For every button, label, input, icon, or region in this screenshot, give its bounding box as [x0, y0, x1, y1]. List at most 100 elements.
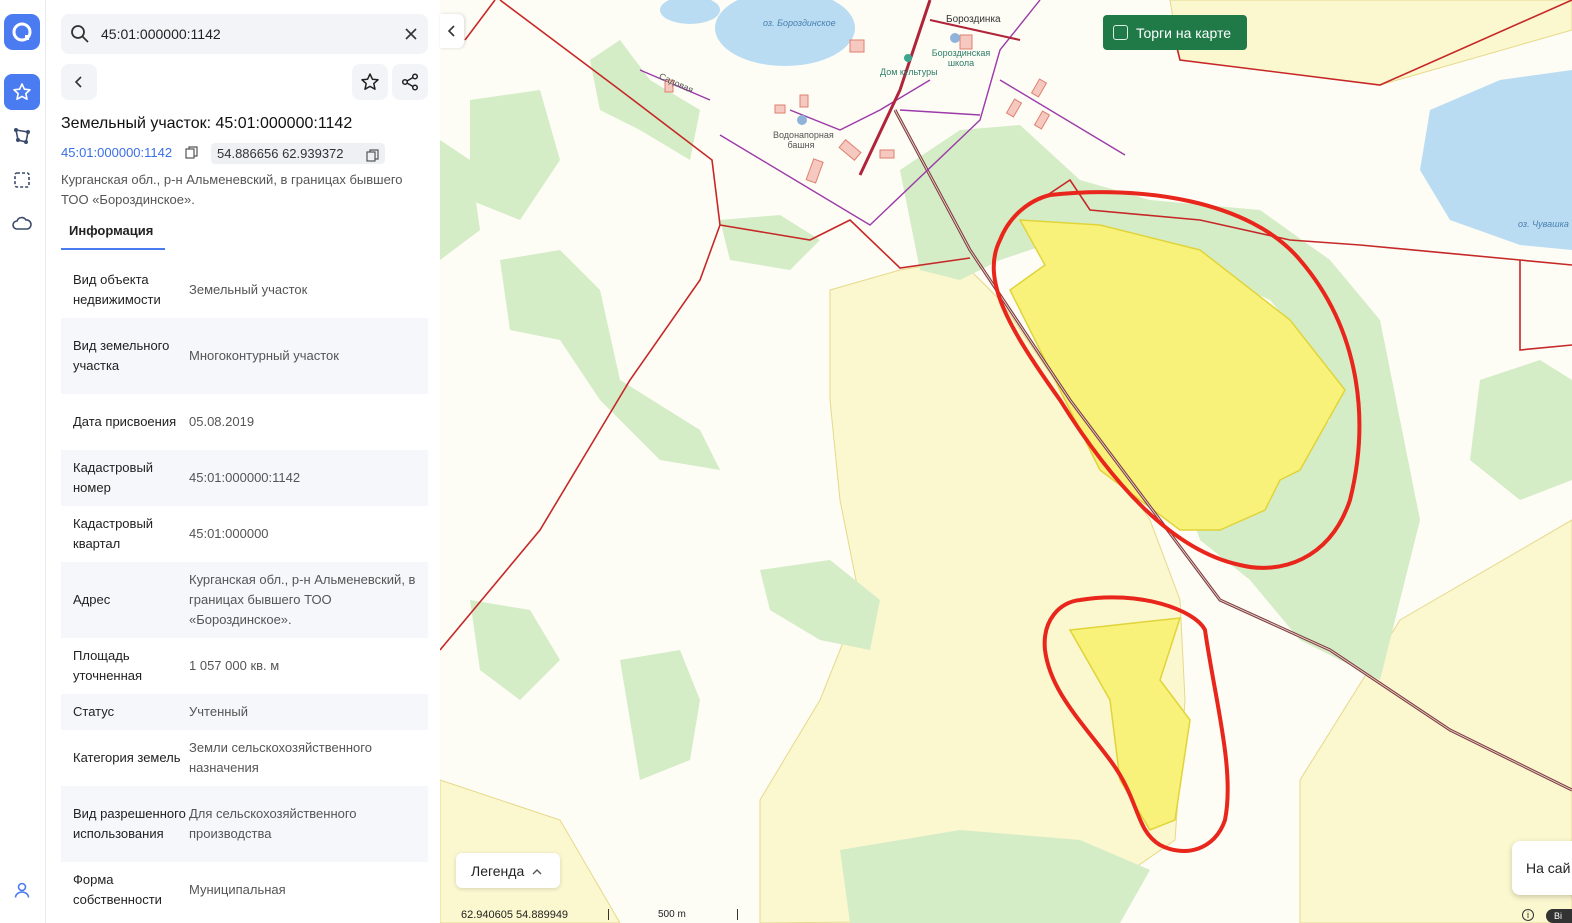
legend-button[interactable]: Легенда: [456, 853, 560, 888]
copy-icon[interactable]: [185, 146, 198, 162]
info-key: Дата присвоения: [73, 414, 177, 429]
farmland-area: [440, 779, 621, 923]
main-road: [858, 0, 932, 176]
site-popup[interactable]: На сай: [1512, 841, 1572, 895]
info-value: 1 057 000 кв. м: [189, 658, 280, 673]
info-value: Земли сельскохозяйственного назначения: [189, 740, 372, 775]
tab-info[interactable]: Информация: [61, 219, 165, 250]
info-row: Вид объекта недвижимости Земельный участо…: [61, 262, 428, 318]
scale-label: 500 m: [658, 909, 686, 920]
forest-area: [470, 600, 560, 700]
info-key: Статус: [73, 704, 115, 719]
icon-rail: [0, 0, 46, 923]
info-icon[interactable]: i: [1522, 909, 1534, 921]
user-profile-icon[interactable]: [4, 872, 40, 908]
forest-area: [1470, 360, 1572, 500]
info-key: Форма собственности: [73, 872, 162, 907]
lake-borozdinskoe-shape: [715, 0, 855, 66]
back-button[interactable]: [61, 64, 97, 100]
info-key: Вид земельного участка: [73, 338, 170, 373]
info-key: Кадастровый квартал: [73, 516, 154, 551]
star-icon: [361, 73, 379, 90]
chevron-left-icon: [74, 76, 82, 88]
parcel-address: Курганская обл., р-н Альменевский, в гра…: [61, 172, 403, 207]
info-row: Кадастровый номер 45:01:000000:1142: [61, 450, 428, 506]
favorites-star-icon[interactable]: [4, 74, 40, 110]
search-icon: [69, 23, 91, 50]
map-svg[interactable]: [440, 0, 1572, 923]
info-row: Статус Учтенный: [61, 694, 428, 730]
info-value: Курганская обл., р-н Альменевский, в гра…: [189, 572, 416, 627]
auctions-checkbox[interactable]: [1113, 25, 1128, 40]
map-label-water-tower: Водонапорная башня: [773, 130, 834, 150]
pond-shape: [660, 0, 720, 24]
forest-area: [620, 650, 700, 780]
info-value: 05.08.2019: [189, 414, 255, 429]
copy-coords-icon[interactable]: [366, 147, 379, 168]
coordinates-value: 54.886656 62.939372: [217, 146, 344, 161]
chevron-up-icon: [532, 863, 542, 879]
map-canvas[interactable]: оз. Бороздинское Бороздинка Бороздинская…: [440, 0, 1572, 923]
panel-toolbar: [61, 64, 428, 102]
info-key: Адрес: [73, 592, 111, 607]
forest-area: [470, 90, 560, 220]
status-badge: Bi: [1546, 909, 1572, 923]
cursor-coordinates: 62.940605 54.889949: [461, 909, 569, 921]
search-bar: [61, 14, 428, 54]
admin-boundary: [1519, 260, 1572, 351]
info-row: Адрес Курганская обл., р-н Альменевский,…: [61, 562, 428, 638]
info-row: Дата присвоения 05.08.2019: [61, 394, 428, 450]
admin-boundary: [464, 0, 496, 41]
forest-area: [590, 40, 700, 160]
coordinates-chip: 54.886656 62.939372: [211, 143, 385, 164]
parcel-panel: Земельный участок: 45:01:000000:1142 45:…: [47, 0, 440, 923]
page-title: Земельный участок: 45:01:000000:1142: [61, 115, 353, 132]
info-value: 45:01:000000: [189, 526, 269, 541]
auctions-toggle[interactable]: Торги на карте: [1103, 15, 1247, 50]
map-label-school: Бороздинская школа: [931, 48, 991, 68]
info-key: Площадь уточненная: [73, 648, 143, 683]
auctions-label: Торги на карте: [1136, 24, 1231, 41]
app-logo-icon[interactable]: [4, 14, 40, 50]
info-key: Вид разрешенного использования: [73, 806, 186, 841]
collapse-panel-button[interactable]: [440, 14, 464, 48]
map-status-bar: 62.940605 54.889949 500 m i Bi: [440, 906, 1572, 923]
village-street: [789, 79, 931, 131]
info-value: Муниципальная: [189, 882, 286, 897]
legend-label: Легенда: [471, 862, 525, 879]
info-value: Для сельскохозяйственного производства: [189, 806, 357, 841]
forest-area: [720, 215, 820, 270]
share-icon: [401, 73, 419, 91]
cloud-icon[interactable]: [4, 206, 40, 242]
info-row: Форма собственности Муниципальная: [61, 862, 428, 918]
info-table: Вид объекта недвижимости Земельный участо…: [61, 262, 428, 918]
share-button[interactable]: [392, 64, 428, 100]
map-label-lake-chuvashka: оз. Чувашка: [1518, 219, 1569, 229]
map-label-lake: оз. Бороздинское: [763, 18, 836, 28]
parcel-ids: 45:01:000000:1142 54.886656 62.939372: [61, 143, 440, 164]
site-popup-text: На сай: [1526, 860, 1571, 876]
village-street: [899, 109, 981, 116]
forest-area: [500, 250, 720, 470]
info-row: Кадастровый квартал 45:01:000000: [61, 506, 428, 562]
info-row: Площадь уточненная 1 057 000 кв. м: [61, 638, 428, 694]
search-input[interactable]: [101, 14, 391, 54]
area-select-icon[interactable]: [4, 162, 40, 198]
favorite-button[interactable]: [352, 64, 388, 100]
clear-search-icon[interactable]: [402, 25, 420, 48]
info-value: Земельный участок: [189, 282, 308, 297]
info-key: Кадастровый номер: [73, 460, 154, 495]
info-value: 45:01:000000:1142: [189, 470, 301, 485]
cadastral-number-link[interactable]: 45:01:000000:1142: [61, 145, 172, 160]
info-key: Категория земель: [73, 750, 181, 765]
info-value: Учтенный: [189, 704, 249, 719]
info-row: Вид разрешенного использования Для сельск…: [61, 786, 428, 862]
info-value: Многоконтурный участок: [189, 348, 339, 363]
info-row: Вид земельного участка Многоконтурный уча…: [61, 318, 428, 394]
info-row: Категория земель Земли сельскохозяйственн…: [61, 730, 428, 786]
map-label-village: Бороздинка: [946, 14, 1001, 25]
chevron-left-icon: [447, 25, 455, 37]
route-polygon-icon[interactable]: [4, 118, 40, 154]
map-label-culture-house: Дом культуры: [880, 67, 938, 77]
info-key: Вид объекта недвижимости: [73, 272, 161, 307]
